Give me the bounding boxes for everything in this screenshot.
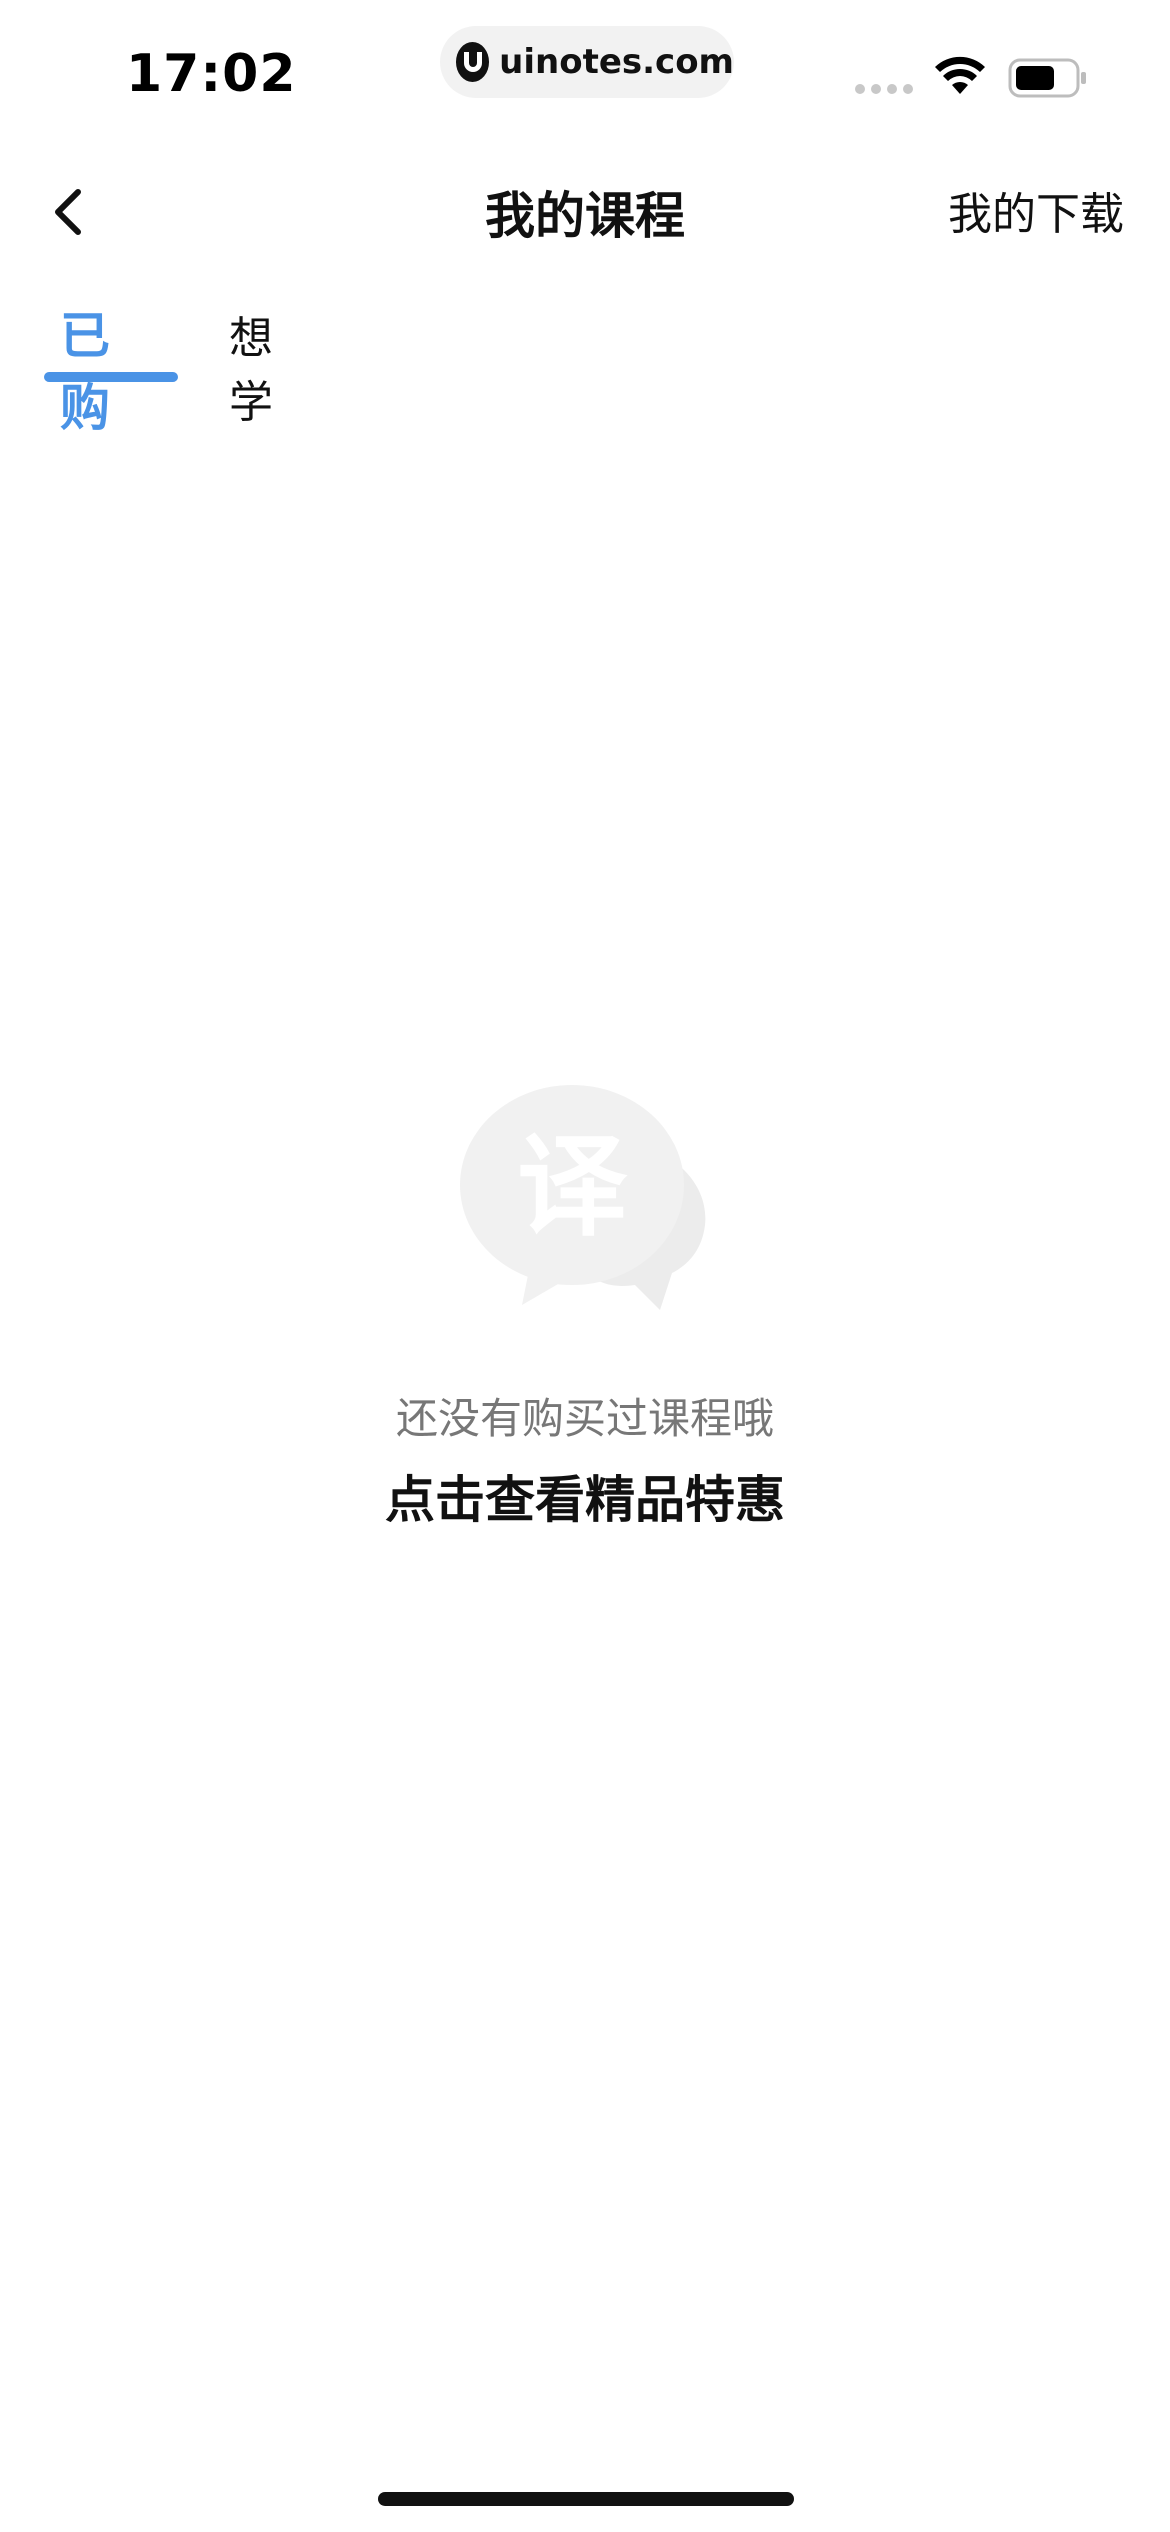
active-tab-indicator [44,372,178,382]
my-downloads-link[interactable]: 我的下载 [948,178,1124,242]
url-text: uinotes.com [499,42,734,82]
url-pill[interactable]: uinotes.com [440,26,734,98]
empty-message: 还没有购买过课程哦 [395,1394,774,1443]
nav-bar: 我的课程 我的下载 [0,160,1170,260]
status-bar: 17:02 uinotes.com [0,0,1170,140]
wifi-icon [935,56,985,94]
svg-text:译: 译 [517,1123,628,1251]
translate-chat-bubble-icon: 译 [460,1085,706,1310]
signal-dots-icon [855,84,913,94]
tab-wishlist[interactable]: 想学 [229,302,273,430]
site-logo-icon [456,42,490,82]
status-time: 17:02 [126,44,297,104]
view-deals-link[interactable]: 点击查看精品特惠 [0,1460,1170,1532]
home-indicator [378,2492,794,2506]
tab-purchased[interactable]: 已购 [60,296,110,440]
battery-icon [1008,58,1086,98]
